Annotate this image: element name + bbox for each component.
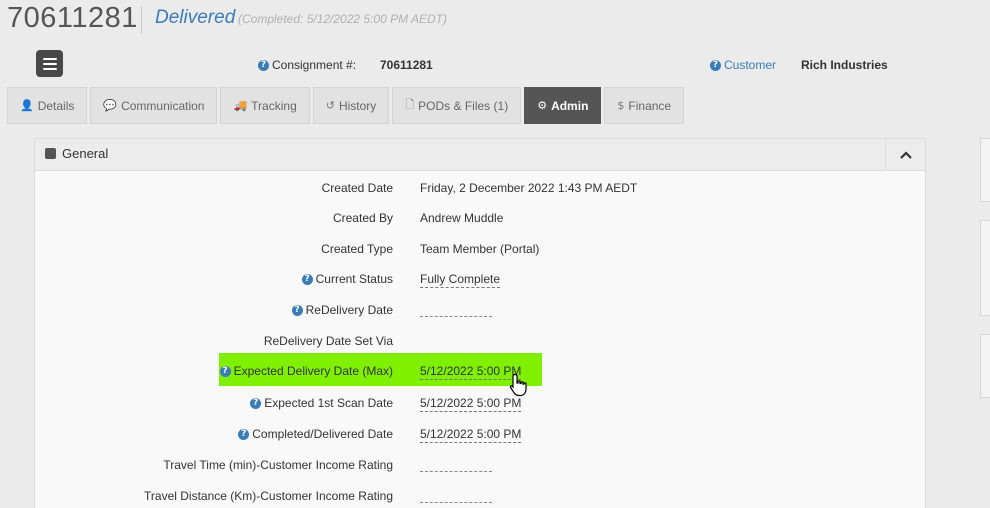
field-label-text: Created Type: [321, 242, 393, 256]
collapse-button[interactable]: [885, 139, 925, 170]
field-label-text: Created By: [332, 211, 393, 225]
field-label: Created By: [333, 211, 393, 225]
field-row: Created By Andrew Muddle: [34, 208, 924, 228]
file-icon: 🗋: [405, 98, 415, 111]
field-row: Travel Distance (Km)-Customer Income Rat…: [34, 486, 924, 506]
help-icon[interactable]: ?: [291, 305, 303, 317]
tab-label: Finance: [628, 98, 672, 113]
field-value: Team Member (Portal): [420, 242, 540, 256]
panel-header[interactable]: General: [35, 139, 925, 171]
field-row: ? ReDelivery Date: [34, 300, 924, 320]
field-label-text: Current Status: [315, 272, 393, 286]
editable-field-value[interactable]: 5/12/2022 5:00 PM: [420, 396, 522, 412]
field-label: ? Expected Delivery Date (Max): [219, 364, 393, 378]
tab-history[interactable]: ↺ History: [312, 87, 390, 124]
side-panel-stub: [980, 138, 990, 202]
customer-label-text[interactable]: Customer: [724, 58, 776, 72]
field-label: ReDelivery Date Set Via: [264, 334, 393, 348]
editable-field-value[interactable]: [420, 458, 492, 472]
help-icon[interactable]: ?: [301, 274, 313, 286]
tab-label: Admin: [551, 98, 589, 113]
field-label-text: Travel Distance (Km)-Customer Income Rat…: [144, 489, 393, 503]
editable-field-value[interactable]: 5/12/2022 5:00 PM: [420, 427, 522, 443]
hand-cursor-icon: [509, 373, 527, 397]
status-label: Delivered: [155, 7, 236, 28]
tab-label: Details: [37, 98, 75, 113]
field-row: Travel Time (min)-Customer Income Rating: [34, 455, 924, 475]
undo-icon: ↺: [325, 99, 335, 112]
field-label-text: Completed/Delivered Date: [252, 427, 393, 441]
field-value: Friday, 2 December 2022 1:43 PM AEDT: [420, 181, 638, 195]
field-label: ? Expected 1st Scan Date: [250, 396, 393, 410]
field-label-text: Created Date: [321, 181, 393, 195]
help-icon[interactable]: ?: [238, 429, 250, 441]
tab-bar: 👤 Details 💬 Communication 🚚 Tracking ↺ History 🗋…: [7, 87, 685, 124]
editable-field-value[interactable]: [420, 489, 492, 503]
field-label-text: Expected Delivery Date (Max): [233, 364, 393, 378]
tab-tracking[interactable]: 🚚 Tracking: [220, 87, 310, 124]
customer-value: Rich Industries: [801, 58, 888, 72]
field-label: Travel Distance (Km)-Customer Income Rat…: [144, 489, 393, 503]
tab-label: History: [338, 98, 377, 113]
editable-field-value[interactable]: Fully Complete: [420, 272, 501, 288]
field-row: ReDelivery Date Set Via: [34, 331, 924, 351]
panel-square-icon: [45, 148, 56, 159]
field-label: Created Date: [322, 181, 393, 195]
panel-title: General: [62, 146, 109, 161]
tab-communication[interactable]: 💬 Communication: [90, 87, 218, 124]
hamburger-menu-button[interactable]: [36, 50, 63, 77]
field-label: ? Completed/Delivered Date: [238, 427, 393, 441]
help-icon[interactable]: ?: [710, 60, 721, 72]
field-label: Created Type: [321, 242, 393, 256]
consignment-label: ? Consignment #:: [258, 58, 356, 72]
consignment-value: 70611281: [380, 58, 433, 72]
field-row: ? Expected Delivery Date (Max) 5/12/2022 5…: [34, 361, 924, 381]
title-divider: [141, 6, 142, 34]
field-row: Created Date Friday, 2 December 2022 1:43…: [34, 178, 924, 198]
help-icon[interactable]: ?: [258, 60, 269, 72]
field-row: ? Completed/Delivered Date 5/12/2022 5:00 …: [34, 424, 924, 444]
menu-bar-icon: [42, 62, 57, 65]
field-label-text: Travel Time (min)-Customer Income Rating: [163, 458, 393, 472]
tab-label: Tracking: [251, 98, 297, 113]
user-icon: 👤: [20, 99, 34, 112]
menu-bar-icon: [42, 57, 57, 60]
tab-admin[interactable]: ⚙ Admin: [524, 87, 602, 124]
consignment-number-title: 70611281: [7, 2, 138, 34]
consignment-label-text: Consignment #:: [272, 58, 357, 72]
field-row: ? Current Status Fully Complete: [34, 269, 924, 289]
field-label: ? Current Status: [301, 272, 393, 286]
help-icon[interactable]: ?: [219, 366, 231, 378]
field-label-text: Expected 1st Scan Date: [264, 396, 393, 410]
field-label-text: ReDelivery Date: [305, 303, 393, 317]
field-row: Created Type Team Member (Portal): [34, 239, 924, 259]
tab-label: Communication: [121, 98, 205, 113]
tab-label: PODs & Files (1): [418, 98, 509, 113]
tab-pods-files-1[interactable]: 🗋 PODs & Files (1): [392, 87, 522, 124]
status-detail: (Completed: 5/12/2022 5:00 PM AEDT): [238, 12, 447, 26]
side-panel-stub: [980, 220, 990, 316]
gear-icon: ⚙: [537, 99, 548, 112]
dollar-icon: $: [617, 99, 625, 112]
menu-bar-icon: [42, 67, 57, 70]
comment-icon: 💬: [103, 99, 118, 112]
side-panel-stub: [980, 334, 990, 398]
field-label-text: ReDelivery Date Set Via: [263, 334, 393, 348]
editable-field-value[interactable]: [420, 303, 492, 317]
tab-details[interactable]: 👤 Details: [7, 87, 88, 124]
tab-finance[interactable]: $ Finance: [604, 87, 685, 124]
customer-link[interactable]: ? Customer: [710, 58, 776, 72]
field-row: ? Expected 1st Scan Date 5/12/2022 5:00 PM: [34, 393, 924, 413]
field-label: Travel Time (min)-Customer Income Rating: [163, 458, 393, 472]
chevron-up-icon: [899, 150, 912, 159]
help-icon[interactable]: ?: [250, 398, 262, 410]
editable-field-value[interactable]: 5/12/2022 5:00 PM: [420, 364, 522, 380]
field-value: Andrew Muddle: [420, 211, 504, 225]
truck-icon: 🚚: [233, 99, 248, 112]
field-label: ? ReDelivery Date: [291, 303, 393, 317]
